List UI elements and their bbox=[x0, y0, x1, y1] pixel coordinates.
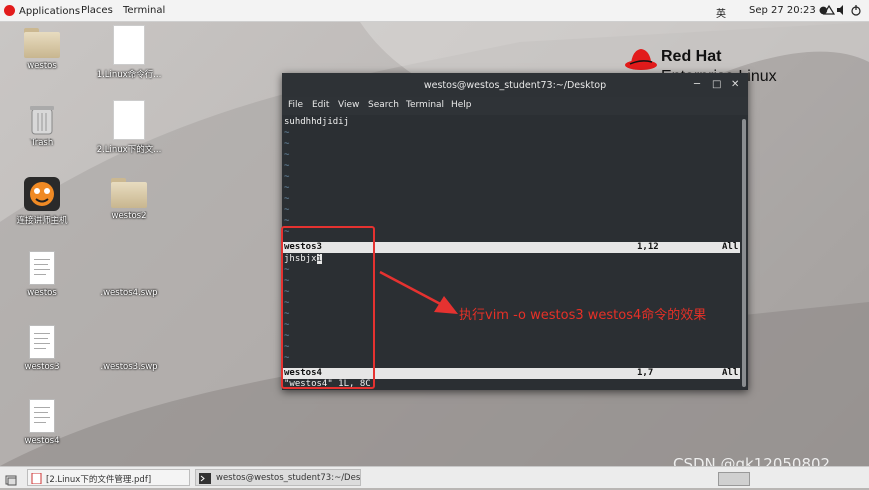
pdf-viewer-icon bbox=[31, 472, 42, 485]
logo-text-redhat: Red Hat bbox=[661, 48, 722, 65]
desktop-icon-westos-home[interactable]: westos bbox=[7, 28, 77, 71]
hidden-file-icon bbox=[116, 325, 142, 359]
applications-menu[interactable]: Applications bbox=[4, 5, 80, 17]
menu-view[interactable]: View bbox=[338, 100, 359, 110]
redhat-icon bbox=[4, 5, 15, 16]
minimize-icon[interactable]: ─ bbox=[694, 79, 700, 90]
terminal-menu[interactable]: Terminal bbox=[123, 5, 165, 16]
pdf-document-icon bbox=[113, 100, 145, 140]
desktop-icon-linux-file-pdf[interactable]: 2.Linux下的文... bbox=[94, 100, 164, 155]
pane1-line: suhdhhdjidij bbox=[284, 117, 350, 127]
power-icon[interactable] bbox=[850, 4, 862, 19]
annotation-box bbox=[281, 226, 375, 389]
taskbar-item-pdf[interactable]: [2.Linux下的文件管理.pdf] bbox=[27, 469, 190, 486]
desktop-icon-linux-cmd-pdf[interactable]: 1.Linux命令行... bbox=[94, 25, 164, 80]
desktop-icon-westos-file[interactable]: westos bbox=[7, 251, 77, 298]
text-file-icon bbox=[29, 251, 55, 285]
terminal-title: westos@westos_student73:~/Desktop bbox=[423, 80, 607, 91]
text-file-icon bbox=[29, 325, 55, 359]
home-folder-icon bbox=[24, 28, 60, 58]
workspace-switcher[interactable] bbox=[718, 472, 750, 486]
menu-file[interactable]: File bbox=[288, 100, 303, 110]
taskbar-item-terminal[interactable]: westos@westos_student73:~/Desk... bbox=[195, 469, 361, 486]
desktop-icon-westos4-swp[interactable]: .westos4.swp bbox=[94, 251, 164, 298]
show-desktop-icon[interactable] bbox=[5, 471, 17, 490]
scrollbar-thumb[interactable] bbox=[742, 119, 746, 387]
menu-help[interactable]: Help bbox=[451, 100, 472, 110]
trash-icon bbox=[29, 103, 55, 135]
taskbar: [2.Linux下的文件管理.pdf] westos@westos_studen… bbox=[0, 466, 869, 488]
network-icon[interactable] bbox=[822, 4, 836, 19]
menu-edit[interactable]: Edit bbox=[312, 100, 329, 110]
annotation-arrow-icon bbox=[379, 270, 458, 314]
terminal-menubar: File Edit View Search Terminal Help bbox=[282, 97, 748, 115]
redhat-hat-icon bbox=[625, 49, 657, 70]
menu-terminal[interactable]: Terminal bbox=[406, 100, 444, 110]
desktop-icon-westos3[interactable]: westos3 bbox=[7, 325, 77, 372]
terminal-scrollbar[interactable] bbox=[740, 115, 748, 390]
top-bar: Applications Places Terminal 英 Sep 27 20… bbox=[0, 0, 869, 22]
remote-connect-icon bbox=[24, 177, 60, 211]
volume-icon[interactable] bbox=[836, 4, 848, 19]
desktop-icon-westos2[interactable]: westos2 bbox=[94, 178, 164, 221]
desktop-icon-connect-teacher[interactable]: 连接讲师主机 bbox=[7, 177, 77, 226]
hidden-file-icon bbox=[116, 251, 142, 285]
maximize-icon[interactable]: □ bbox=[712, 79, 721, 90]
pdf-document-icon bbox=[113, 25, 145, 65]
redhat-logo: Red Hat Enterprise Linux bbox=[624, 46, 777, 85]
annotation-text: 执行vim -o westos3 westos4命令的效果 bbox=[459, 308, 707, 323]
folder-icon bbox=[111, 178, 147, 208]
desktop-icon-westos4[interactable]: westos4 bbox=[7, 399, 77, 446]
menu-search[interactable]: Search bbox=[368, 100, 399, 110]
input-method-indicator[interactable]: 英 bbox=[716, 5, 726, 20]
desktop-icon-trash[interactable]: Trash bbox=[7, 103, 77, 148]
close-icon[interactable]: ✕ bbox=[731, 79, 739, 90]
text-file-icon bbox=[29, 399, 55, 433]
terminal-app-icon bbox=[199, 473, 211, 485]
desktop-icon-westos3-swp[interactable]: .westos3.swp bbox=[94, 325, 164, 372]
clock[interactable]: Sep 27 20:23 ● bbox=[749, 5, 828, 16]
terminal-titlebar[interactable]: westos@westos_student73:~/Desktop ─ □ ✕ bbox=[282, 73, 748, 97]
places-menu[interactable]: Places bbox=[81, 5, 113, 16]
